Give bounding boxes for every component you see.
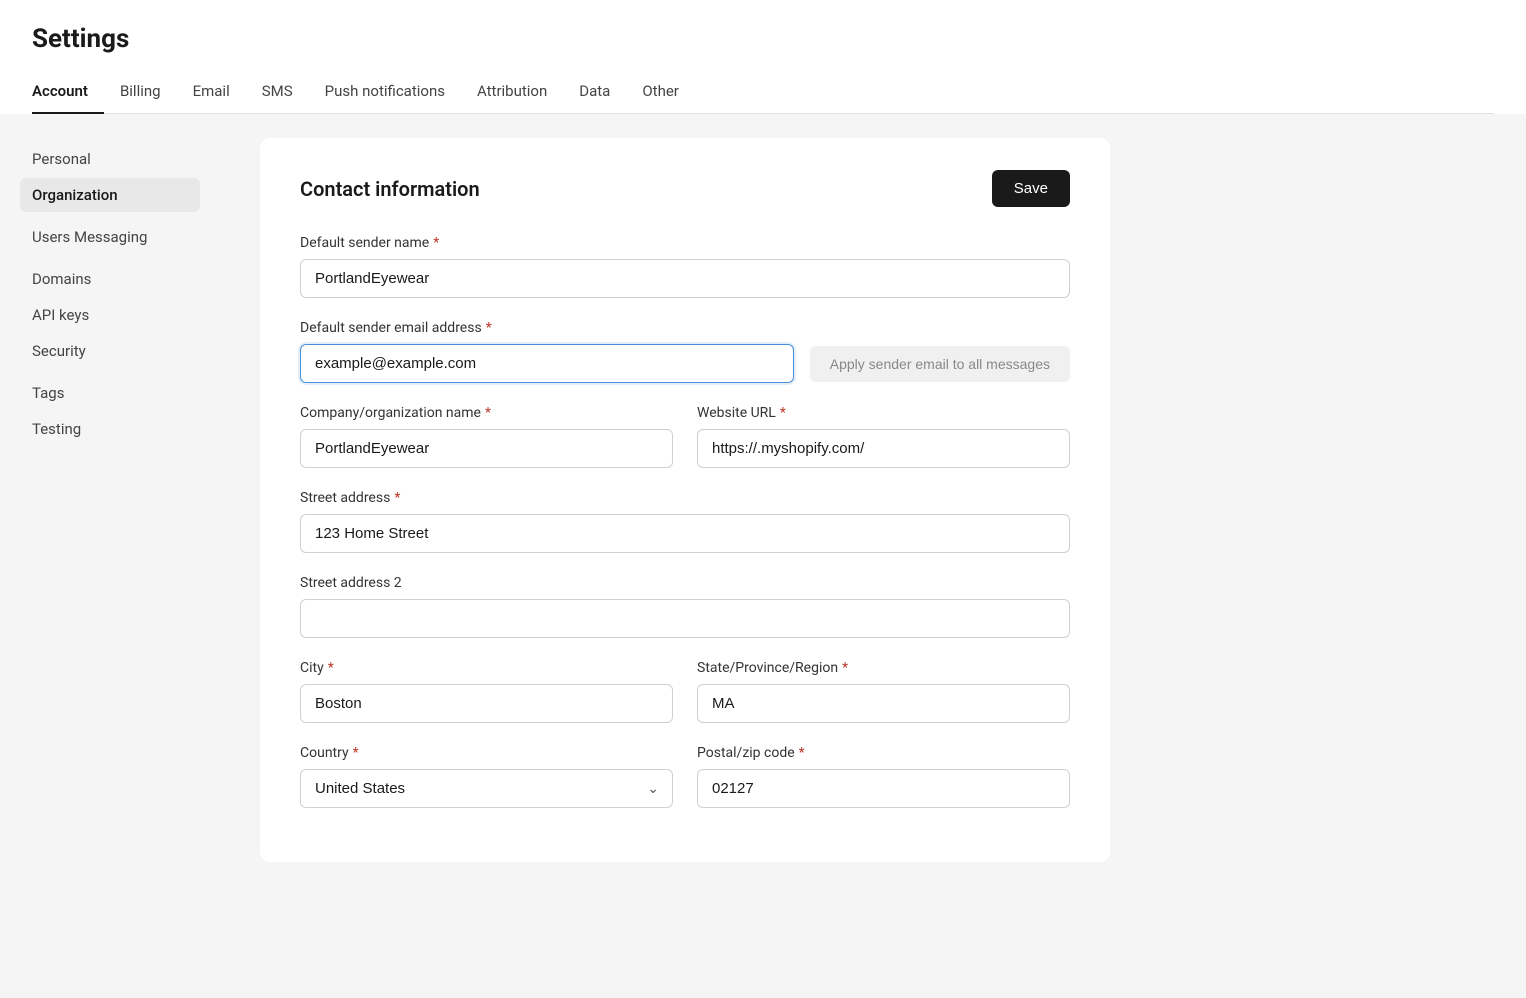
city-label: City* <box>300 660 673 676</box>
tab-sms[interactable]: SMS <box>246 70 309 114</box>
sidebar-section-main: Personal Organization <box>20 142 200 212</box>
street-address-2-group: Street address 2 <box>300 575 1070 638</box>
city-input[interactable] <box>300 684 673 723</box>
sender-name-group: Default sender name* <box>300 235 1070 298</box>
main-content: Contact information Save Default sender … <box>220 114 1526 998</box>
street-address-2-input[interactable] <box>300 599 1070 638</box>
company-name-input[interactable] <box>300 429 673 468</box>
tab-other[interactable]: Other <box>626 70 695 114</box>
country-label: Country* <box>300 745 673 761</box>
state-input[interactable] <box>697 684 1070 723</box>
required-star-postal: * <box>799 745 805 761</box>
email-row: Apply sender email to all messages <box>300 344 1070 383</box>
postal-code-label: Postal/zip code* <box>697 745 1070 761</box>
country-postal-group: Country* United States Canada United Kin… <box>300 745 1070 808</box>
sidebar-item-api-keys[interactable]: API keys <box>20 298 200 332</box>
tab-account[interactable]: Account <box>32 70 104 114</box>
city-state-group: City* State/Province/Region* <box>300 660 1070 723</box>
required-star-country: * <box>353 745 359 761</box>
company-website-group: Company/organization name* Website URL* <box>300 405 1070 468</box>
street-address-2-label: Street address 2 <box>300 575 1070 591</box>
company-name-label: Company/organization name* <box>300 405 673 421</box>
page-header: Settings Account Billing Email SMS Push … <box>0 0 1526 114</box>
sidebar-item-security[interactable]: Security <box>20 334 200 368</box>
page-title: Settings <box>32 24 1494 54</box>
company-name-field: Company/organization name* <box>300 405 673 468</box>
postal-code-input[interactable] <box>697 769 1070 808</box>
sidebar-item-personal[interactable]: Personal <box>20 142 200 176</box>
required-star-street: * <box>394 490 400 506</box>
sidebar-item-organization[interactable]: Organization <box>20 178 200 212</box>
sidebar-item-domains[interactable]: Domains <box>20 262 200 296</box>
required-star-state: * <box>842 660 848 676</box>
country-select[interactable]: United States Canada United Kingdom Aust… <box>300 769 673 808</box>
sender-email-input[interactable] <box>300 344 794 383</box>
required-star-city: * <box>328 660 334 676</box>
main-layout: Personal Organization Users Messaging Do… <box>0 114 1526 998</box>
street-address-input[interactable] <box>300 514 1070 553</box>
sidebar-section-messaging: Users Messaging <box>20 220 200 254</box>
website-url-label: Website URL* <box>697 405 1070 421</box>
card-header: Contact information Save <box>300 170 1070 207</box>
tab-email[interactable]: Email <box>177 70 246 114</box>
sender-email-label: Default sender email address* <box>300 320 1070 336</box>
postal-code-field: Postal/zip code* <box>697 745 1070 808</box>
apply-sender-email-button[interactable]: Apply sender email to all messages <box>810 346 1070 382</box>
country-field: Country* United States Canada United Kin… <box>300 745 673 808</box>
save-button[interactable]: Save <box>992 170 1070 207</box>
street-address-label: Street address* <box>300 490 1070 506</box>
sidebar-section-domains: Domains API keys Security <box>20 262 200 368</box>
contact-info-card: Contact information Save Default sender … <box>260 138 1110 862</box>
required-star-website: * <box>780 405 786 421</box>
website-url-input[interactable] <box>697 429 1070 468</box>
sender-name-label: Default sender name* <box>300 235 1070 251</box>
sidebar-section-tags: Tags Testing <box>20 376 200 446</box>
required-star-company: * <box>485 405 491 421</box>
tab-attribution[interactable]: Attribution <box>461 70 563 114</box>
tab-billing[interactable]: Billing <box>104 70 177 114</box>
website-url-field: Website URL* <box>697 405 1070 468</box>
sidebar-item-tags[interactable]: Tags <box>20 376 200 410</box>
top-nav: Account Billing Email SMS Push notificat… <box>32 70 1494 114</box>
sidebar: Personal Organization Users Messaging Do… <box>0 114 220 998</box>
state-label: State/Province/Region* <box>697 660 1070 676</box>
required-star-email: * <box>486 320 492 336</box>
tab-data[interactable]: Data <box>563 70 626 114</box>
sidebar-item-users-messaging[interactable]: Users Messaging <box>20 220 200 254</box>
required-star: * <box>433 235 439 251</box>
tab-push-notifications[interactable]: Push notifications <box>309 70 461 114</box>
street-address-group: Street address* <box>300 490 1070 553</box>
sidebar-item-testing[interactable]: Testing <box>20 412 200 446</box>
country-select-wrapper: United States Canada United Kingdom Aust… <box>300 769 673 808</box>
sender-email-group: Default sender email address* Apply send… <box>300 320 1070 383</box>
city-field: City* <box>300 660 673 723</box>
state-field: State/Province/Region* <box>697 660 1070 723</box>
card-title: Contact information <box>300 177 480 201</box>
sender-name-input[interactable] <box>300 259 1070 298</box>
